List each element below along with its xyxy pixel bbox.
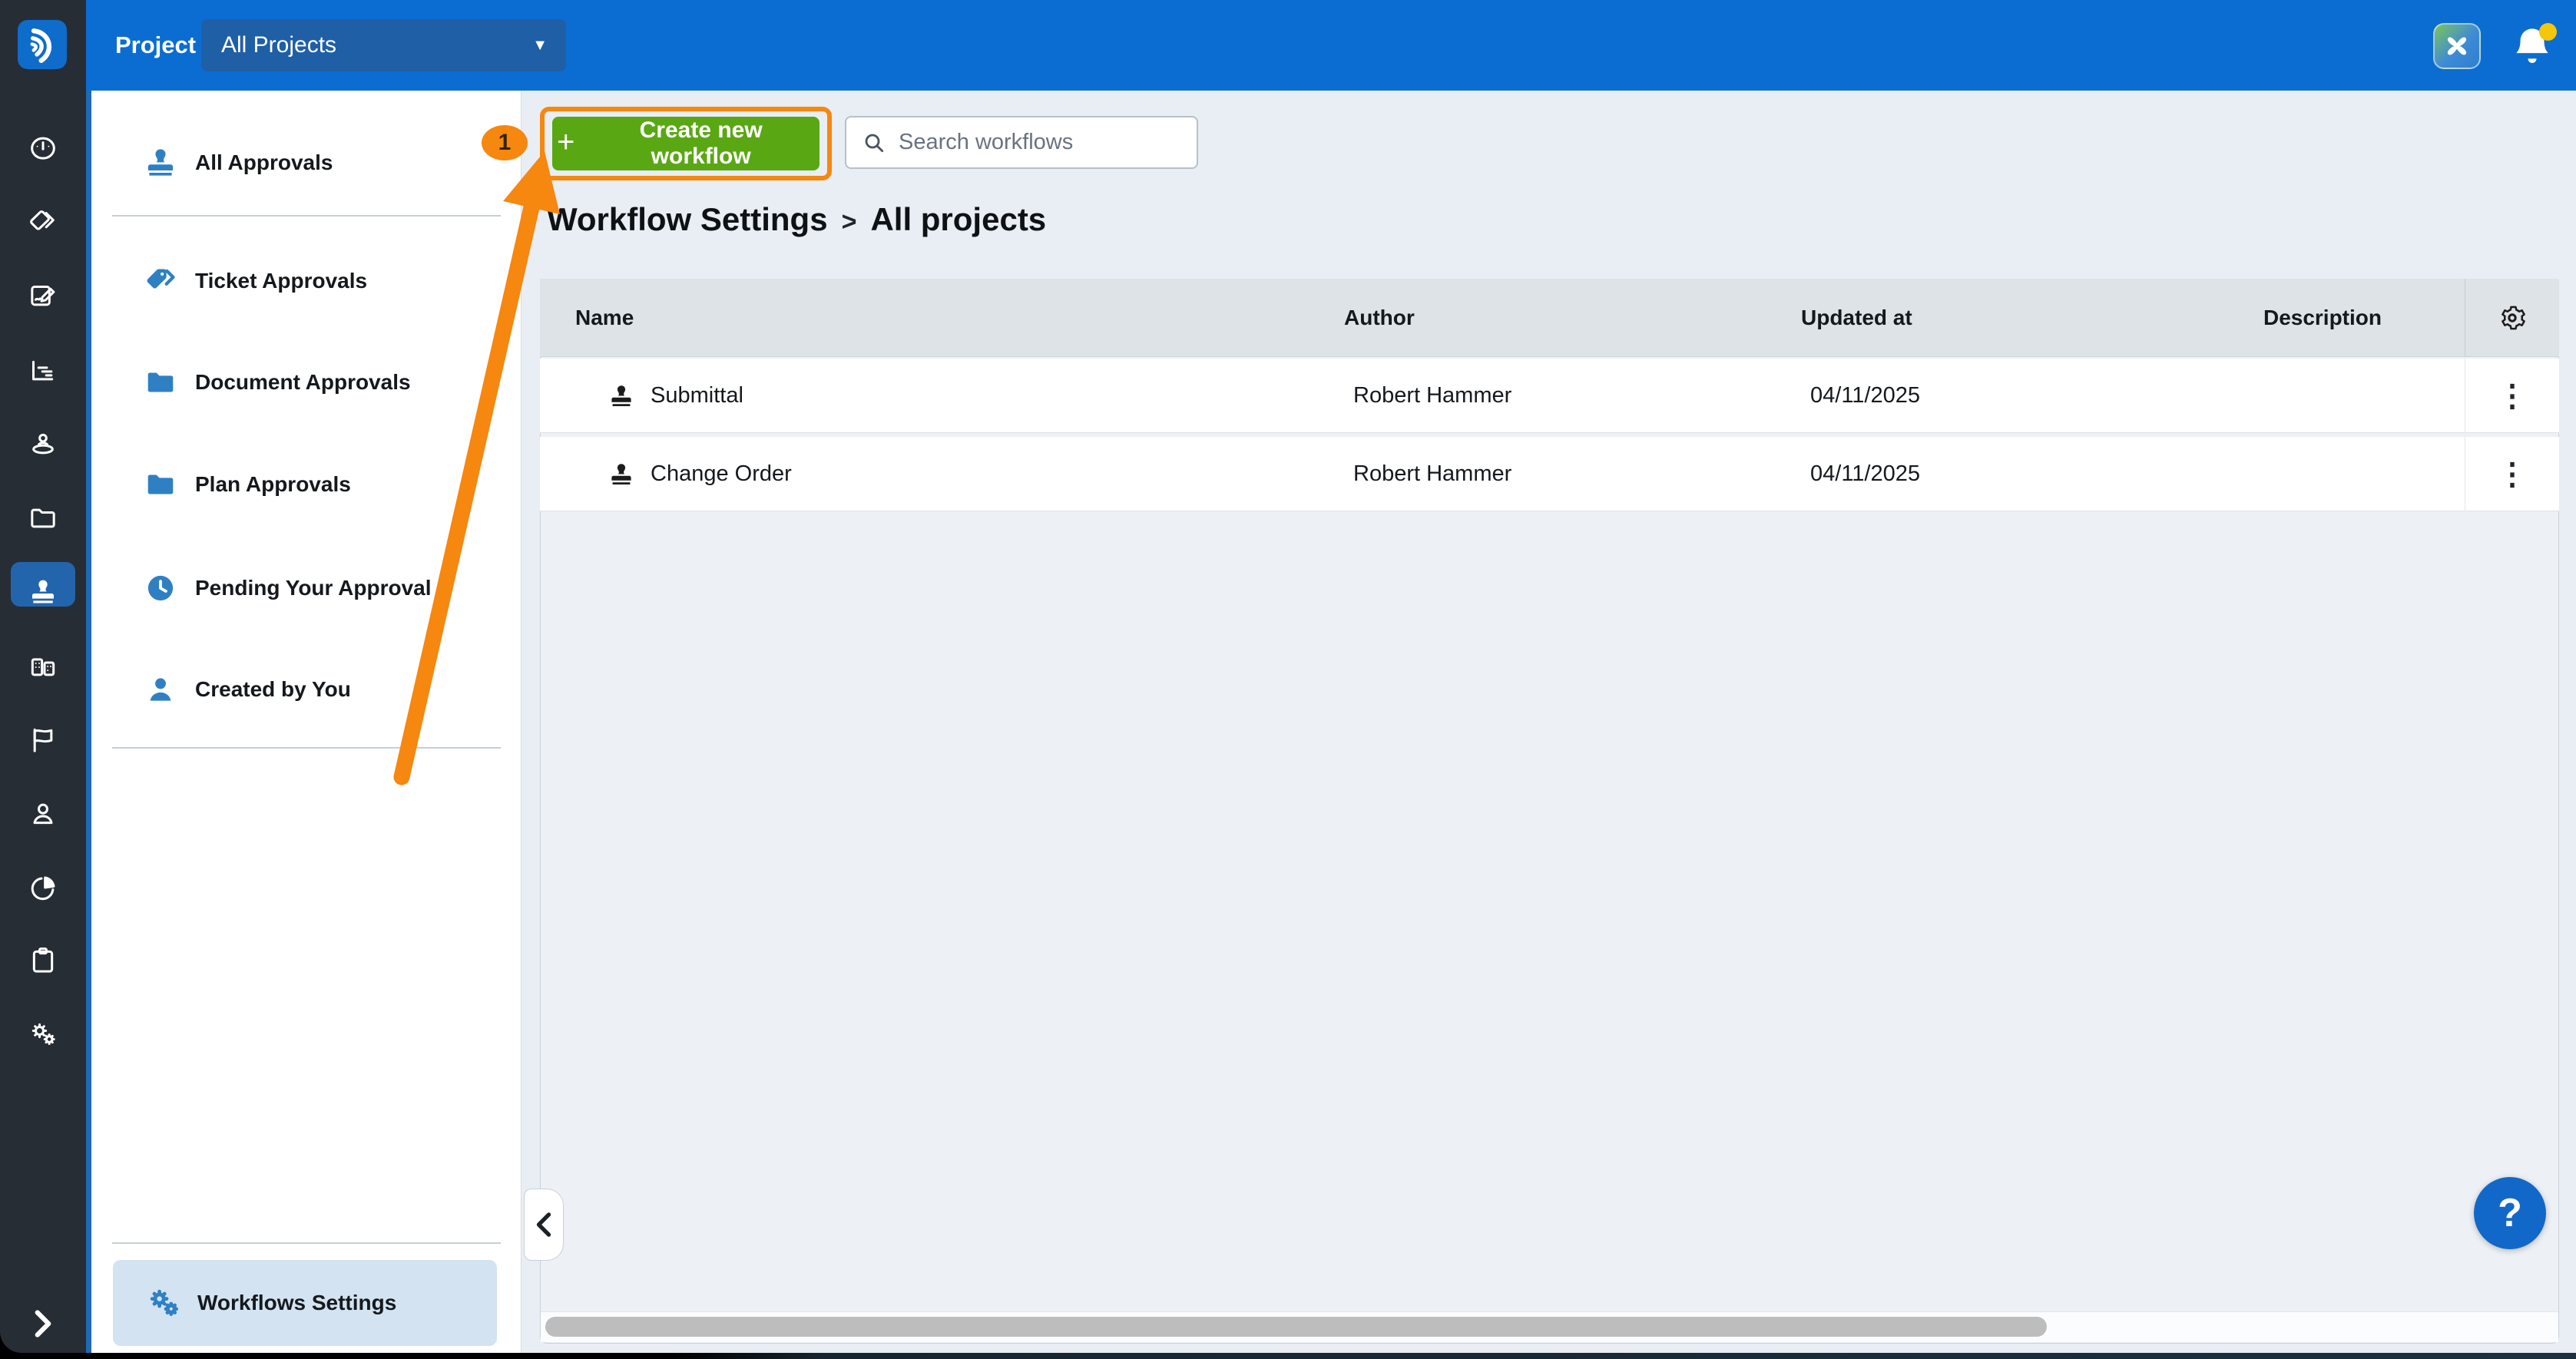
breadcrumb-separator-icon: > bbox=[842, 207, 857, 237]
gears-icon bbox=[145, 1285, 182, 1321]
rail-item-locate-icon[interactable] bbox=[0, 422, 86, 467]
rail-item-clipboard-icon[interactable] bbox=[0, 938, 86, 983]
table-row-change-order[interactable]: Change Order Robert Hammer 04/11/2025 ⋮ bbox=[540, 437, 2559, 511]
workflow-updated-at: 04/11/2025 bbox=[1801, 461, 2262, 487]
gear-icon bbox=[2498, 304, 2526, 332]
table-row-submittal[interactable]: Submittal Robert Hammer 04/11/2025 ⋮ bbox=[540, 359, 2559, 433]
annotation-step-number: 1 bbox=[498, 130, 512, 156]
rail-item-person-icon[interactable] bbox=[0, 792, 86, 836]
app-switcher-button[interactable] bbox=[2433, 23, 2481, 69]
stamp-icon bbox=[143, 145, 178, 180]
annotation-step-badge: 1 bbox=[482, 125, 528, 160]
rail-item-signature-icon[interactable] bbox=[0, 274, 86, 319]
sidebar-item-label: Created by You bbox=[195, 677, 351, 702]
window-bottom-edge bbox=[0, 1353, 2576, 1359]
table-settings-cell[interactable] bbox=[2465, 279, 2559, 357]
row-kebab-menu-icon[interactable]: ⋮ bbox=[2465, 359, 2559, 433]
horizontal-scrollbar-thumb[interactable] bbox=[545, 1317, 2047, 1337]
sidebar-item-label: Ticket Approvals bbox=[195, 269, 367, 293]
sidebar-item-pending-your-approval[interactable]: Pending Your Approval bbox=[91, 565, 521, 611]
sidebar-item-document-approvals[interactable]: Document Approvals bbox=[91, 359, 521, 405]
create-new-workflow-button[interactable]: + Create new workflow bbox=[552, 117, 819, 170]
chevron-down-icon: ▼ bbox=[532, 37, 566, 55]
tag-icon bbox=[143, 263, 178, 299]
sidebar-item-label: Pending Your Approval bbox=[195, 576, 432, 600]
workflow-name: Change Order bbox=[651, 461, 792, 487]
sidebar-item-workflows-settings[interactable]: Workflows Settings bbox=[113, 1260, 497, 1346]
rail-item-settings-gears-icon[interactable] bbox=[0, 1012, 86, 1056]
sidebar-item-plan-approvals[interactable]: Plan Approvals bbox=[91, 461, 521, 508]
row-kebab-menu-icon[interactable]: ⋮ bbox=[2465, 437, 2559, 511]
brand-arcs-icon bbox=[20, 22, 65, 67]
rail-item-pie-chart-icon[interactable] bbox=[0, 866, 86, 911]
sidebar-item-created-by-you[interactable]: Created by You bbox=[91, 666, 521, 713]
table-header-row: Name Author Updated at Description bbox=[540, 279, 2559, 357]
workflow-author: Robert Hammer bbox=[1344, 383, 1801, 408]
search-icon bbox=[862, 131, 886, 155]
chevron-left-icon bbox=[534, 1211, 554, 1238]
project-label: Project bbox=[115, 0, 196, 91]
column-header-description[interactable]: Description bbox=[2262, 306, 2465, 330]
sidebar-divider bbox=[112, 747, 501, 749]
person-icon bbox=[143, 672, 178, 707]
column-header-name[interactable]: Name bbox=[540, 306, 1344, 330]
rail-item-chart-icon[interactable] bbox=[0, 349, 86, 393]
app-switcher-knot-icon bbox=[2440, 29, 2474, 63]
plus-icon: + bbox=[557, 127, 574, 157]
breadcrumb-subtitle: All projects bbox=[870, 201, 1046, 238]
rail-item-approvals-stamp-icon[interactable] bbox=[0, 570, 86, 614]
page-heading: Workflow Settings > All projects bbox=[547, 201, 1046, 238]
breadcrumb-title: Workflow Settings bbox=[547, 201, 828, 238]
sidebar-collapse-button[interactable] bbox=[524, 1189, 564, 1261]
stamp-icon bbox=[608, 461, 635, 488]
rail-expand-chevron-icon[interactable] bbox=[0, 1301, 86, 1347]
search-input[interactable] bbox=[897, 129, 1190, 156]
help-button[interactable]: ? bbox=[2474, 1177, 2546, 1249]
stamp-icon bbox=[608, 382, 635, 410]
left-rail-accent-border bbox=[86, 91, 91, 1353]
rail-item-tags-icon[interactable] bbox=[0, 200, 86, 245]
project-selector-dropdown[interactable]: All Projects ▼ bbox=[201, 19, 566, 71]
brand-logo-icon[interactable] bbox=[18, 20, 67, 69]
sidebar-divider bbox=[112, 215, 501, 217]
notification-badge-dot bbox=[2539, 23, 2557, 41]
rail-item-flag-icon[interactable] bbox=[0, 718, 86, 762]
sidebar-item-label: Workflows Settings bbox=[197, 1291, 396, 1315]
workflow-updated-at: 04/11/2025 bbox=[1801, 383, 2262, 408]
rail-item-company-icon[interactable] bbox=[0, 644, 86, 689]
search-workflows-box bbox=[845, 116, 1198, 169]
sidebar-divider bbox=[112, 1242, 501, 1244]
rail-item-dashboard-icon[interactable] bbox=[0, 127, 86, 171]
folder-icon bbox=[143, 467, 178, 502]
rail-item-folder-icon[interactable] bbox=[0, 496, 86, 541]
clock-icon bbox=[143, 570, 178, 606]
sidebar-item-all-approvals[interactable]: All Approvals bbox=[91, 140, 521, 186]
question-mark-icon: ? bbox=[2498, 1190, 2522, 1236]
folder-icon bbox=[143, 365, 178, 400]
sidebar-item-label: Document Approvals bbox=[195, 370, 411, 395]
sidebar-item-label: Plan Approvals bbox=[195, 472, 351, 497]
sidebar-item-ticket-approvals[interactable]: Ticket Approvals bbox=[91, 258, 521, 304]
workflow-author: Robert Hammer bbox=[1344, 461, 1801, 487]
app-window: Project All Projects ▼ bbox=[0, 0, 2576, 1359]
column-header-updated[interactable]: Updated at bbox=[1801, 306, 2262, 330]
create-button-label: Create new workflow bbox=[587, 117, 815, 170]
sidebar-item-label: All Approvals bbox=[195, 150, 333, 175]
workflow-name: Submittal bbox=[651, 383, 743, 408]
column-header-author[interactable]: Author bbox=[1344, 306, 1801, 330]
project-selector-value: All Projects bbox=[201, 32, 532, 58]
